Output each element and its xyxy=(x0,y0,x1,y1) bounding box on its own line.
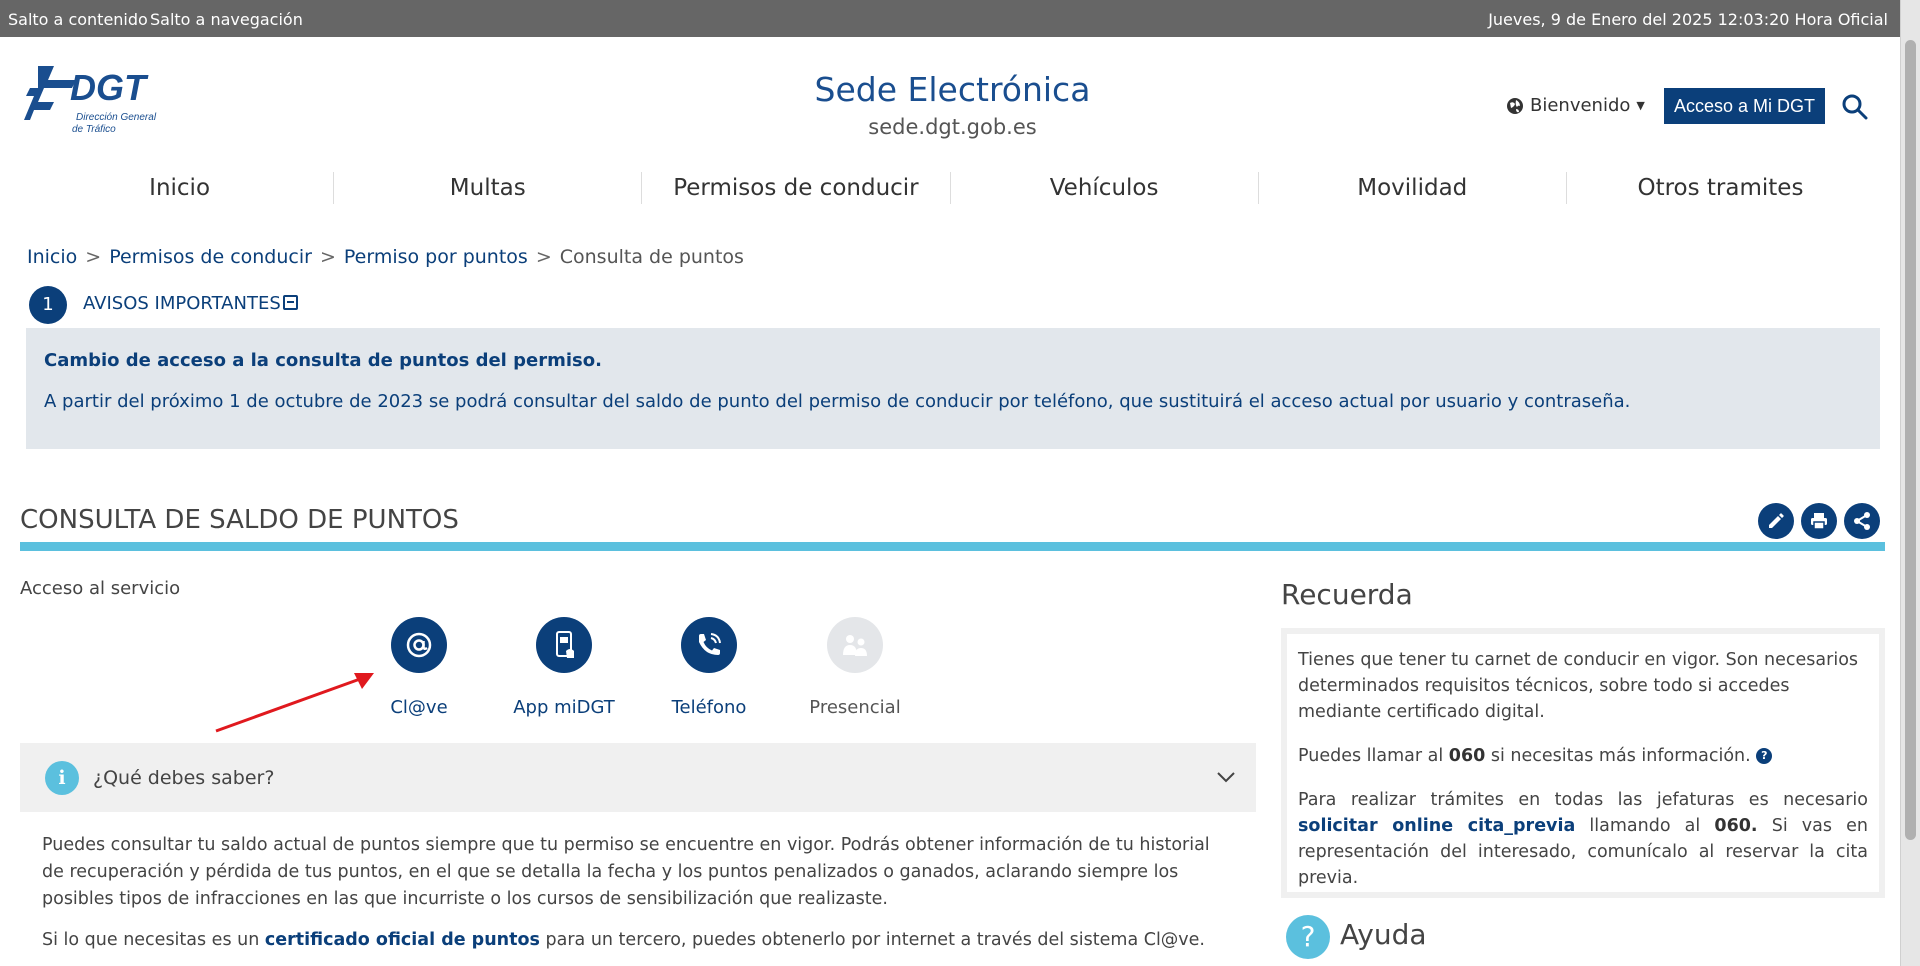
nav-item-otros-tramites[interactable]: Otros tramites xyxy=(1567,172,1874,204)
share-button[interactable] xyxy=(1844,503,1880,539)
dgt-logo-mark: DGT Dirección General de Tráfico xyxy=(24,66,157,135)
que-debes-saber-accordion[interactable]: i ¿Qué debes saber? xyxy=(20,743,1256,812)
nav-item-permisos-de-conducir[interactable]: Permisos de conducir xyxy=(642,172,951,204)
help-question-icon[interactable]: ? xyxy=(1756,748,1773,764)
certificate-paragraph: Si lo que necesitas es un certificado of… xyxy=(42,930,1205,950)
avisos-count-badge: 1 xyxy=(29,286,67,324)
scrollbar-thumb[interactable] xyxy=(1905,40,1916,840)
dgt-logo[interactable]: DGT Dirección General de Tráfico xyxy=(24,62,174,142)
official-datetime: Jueves, 9 de Enero del 2025 12:03:20 Hor… xyxy=(1488,10,1888,29)
site-domain: sede.dgt.gob.es xyxy=(868,115,1037,139)
nav-item-inicio[interactable]: Inicio xyxy=(26,172,335,204)
channel-telefono[interactable]: Teléfono xyxy=(644,617,774,718)
recuerda-p2-pre: Puedes llamar al xyxy=(1298,746,1449,766)
breadcrumb: Inicio > Permisos de conducir > Permiso por … xyxy=(27,246,744,268)
nav-item-multas[interactable]: Multas xyxy=(334,172,643,204)
nav-item-movilidad[interactable]: Movilidad xyxy=(1259,172,1567,204)
welcome-label: Bienvenido xyxy=(1530,95,1631,116)
channel-app-label[interactable]: App miDGT xyxy=(499,697,629,718)
service-access-label: Acceso al servicio xyxy=(20,578,181,599)
nav-item-vehiculos[interactable]: Vehículos xyxy=(951,172,1259,204)
channel-presencial: Presencial xyxy=(790,617,920,718)
cita-previa-link[interactable]: solicitar online cita_previa xyxy=(1298,816,1575,836)
breadcrumb-separator: > xyxy=(535,246,552,268)
channel-app-midgt[interactable]: App miDGT xyxy=(499,617,629,718)
recuerda-paragraph-3: Para realizar trámites en todas las jefa… xyxy=(1298,787,1868,891)
in-person-icon xyxy=(827,617,883,673)
breadcrumb-link-permiso-puntos[interactable]: Permiso por puntos xyxy=(344,246,528,268)
certificate-link[interactable]: certificado oficial de puntos xyxy=(265,930,540,950)
caret-down-icon: ▼ xyxy=(1636,99,1645,112)
skip-to-content-link[interactable]: Salto a contenido xyxy=(8,10,148,29)
certificate-text-pre: Si lo que necesitas es un xyxy=(42,930,265,950)
recuerda-p3-pre: Para realizar trámites en todas las jefa… xyxy=(1298,790,1868,810)
phone-number: 060 xyxy=(1448,746,1486,766)
info-paragraph: Puedes consultar tu saldo actual de punt… xyxy=(42,835,1210,909)
breadcrumb-separator: > xyxy=(319,246,336,268)
welcome-dropdown[interactable]: Bienvenido ▼ xyxy=(1506,95,1645,116)
breadcrumb-current: Consulta de puntos xyxy=(559,246,744,268)
recuerda-p3-mid: llamando al xyxy=(1575,816,1715,836)
info-icon: i xyxy=(45,761,79,795)
phone-icon[interactable] xyxy=(681,617,737,673)
recuerda-title: Recuerda xyxy=(1281,578,1413,611)
top-bar: Salto a contenido Salto a navegación Jue… xyxy=(0,0,1900,37)
certificate-text-post: para un tercero, puedes obtenerlo por in… xyxy=(539,930,1206,950)
logo-subtitle-2: de Tráfico xyxy=(72,124,116,135)
site-title-main: Sede Electrónica xyxy=(814,70,1091,109)
accordion-title[interactable]: ¿Qué debes saber? xyxy=(93,767,274,789)
title-underline xyxy=(20,542,1885,551)
channel-telefono-label[interactable]: Teléfono xyxy=(644,697,774,718)
avisos-notice-box: Cambio de acceso a la consulta de puntos… xyxy=(26,328,1880,449)
share-icon xyxy=(1854,512,1870,530)
avisos-body: A partir del próximo 1 de octubre de 202… xyxy=(44,391,1631,412)
avisos-title[interactable]: AVISOS IMPORTANTES xyxy=(83,293,281,314)
breadcrumb-link-inicio[interactable]: Inicio xyxy=(27,246,77,268)
skip-to-navigation-link[interactable]: Salto a navegación xyxy=(150,10,303,29)
page-title: CONSULTA DE SALDO DE PUNTOS xyxy=(20,505,459,535)
print-button[interactable] xyxy=(1801,503,1837,539)
breadcrumb-separator: > xyxy=(85,246,102,268)
recuerda-paragraph-2: Puedes llamar al 060 si necesitas más in… xyxy=(1298,743,1868,769)
printer-icon xyxy=(1811,513,1827,530)
question-icon: ? xyxy=(1286,915,1330,959)
recuerda-paragraph-1: Tienes que tener tu carnet de conducir e… xyxy=(1298,650,1859,722)
breadcrumb-link-permisos[interactable]: Permisos de conducir xyxy=(109,246,312,268)
avisos-heading: Cambio de acceso a la consulta de puntos… xyxy=(44,350,602,371)
mi-dgt-access-button[interactable]: Acceso a Mi DGT xyxy=(1664,88,1826,124)
site-title: Sede Electrónica sede.dgt.gob.es xyxy=(760,70,1145,139)
edit-button[interactable] xyxy=(1758,503,1794,539)
pencil-icon xyxy=(1769,513,1784,528)
red-arrow-annotation xyxy=(215,673,374,733)
mobile-app-icon[interactable] xyxy=(536,617,592,673)
collapse-minus-icon[interactable] xyxy=(283,295,298,310)
globe-icon xyxy=(1507,97,1523,114)
clave-at-icon[interactable] xyxy=(391,617,447,673)
ayuda-title: Ayuda xyxy=(1340,918,1427,951)
logo-subtitle-1: Dirección General xyxy=(76,112,157,123)
phone-number-2: 060. xyxy=(1714,816,1758,836)
search-icon[interactable] xyxy=(1842,94,1868,120)
logo-text: DGT xyxy=(70,67,149,108)
recuerda-p2-post: si necesitas más información. xyxy=(1485,746,1757,766)
page-scrollbar[interactable] xyxy=(1900,0,1920,966)
chevron-down-icon[interactable] xyxy=(1216,767,1236,787)
channel-presencial-label: Presencial xyxy=(809,697,901,718)
main-navigation: Inicio Multas Permisos de conducir Vehíc… xyxy=(26,172,1874,204)
recuerda-box: Tienes que tener tu carnet de conducir e… xyxy=(1281,628,1885,898)
